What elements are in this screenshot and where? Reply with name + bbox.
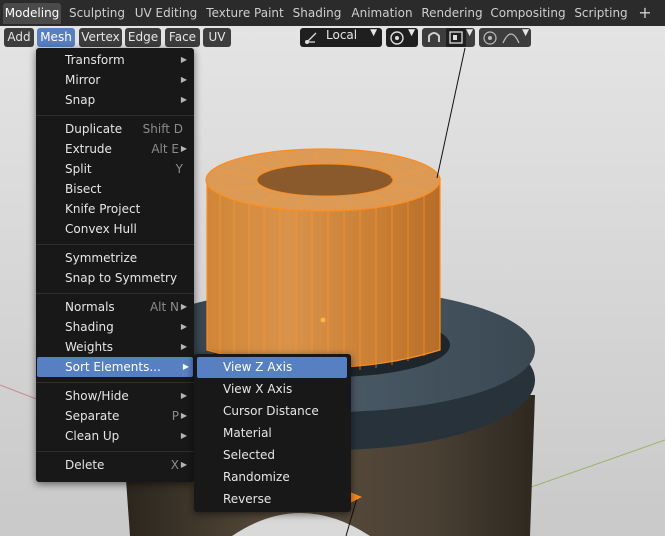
menu-separator: [36, 115, 194, 116]
menu-item-snap[interactable]: Snap ▶: [41, 90, 189, 110]
menu-separator: [36, 293, 194, 294]
menu-mesh[interactable]: Mesh: [37, 28, 75, 47]
tab-shading[interactable]: Shading: [291, 3, 343, 24]
tab-texture-paint[interactable]: Texture Paint: [205, 3, 285, 24]
chevron-down-icon: ▼: [370, 28, 377, 38]
menu-item-mirror[interactable]: Mirror ▶: [41, 70, 189, 90]
chevron-right-icon: ▶: [180, 322, 187, 331]
menu-item-split[interactable]: Split Y: [41, 159, 189, 179]
cylinder-top-hole: [256, 163, 394, 197]
pivot-point-dropdown[interactable]: ▼: [386, 28, 418, 47]
snapping-group: ▼: [422, 28, 475, 47]
menu-item-weights[interactable]: Weights ▶: [41, 337, 189, 357]
menu-item-symmetrize[interactable]: Symmetrize: [41, 248, 189, 268]
pivot-point-icon: [390, 31, 404, 45]
tab-uv-editing[interactable]: UV Editing: [133, 3, 199, 24]
menu-item-knife-project[interactable]: Knife Project: [41, 199, 189, 219]
chevron-right-icon: ▶: [180, 342, 187, 351]
falloff-curve-icon[interactable]: [501, 29, 521, 46]
sort-item-view-x-axis[interactable]: View X Axis: [197, 379, 347, 400]
chevron-right-icon: ▶: [180, 95, 187, 104]
tab-scripting[interactable]: Scripting: [573, 3, 629, 24]
proportional-editing-group: ▼: [479, 28, 531, 47]
chevron-right-icon: ▶: [180, 411, 187, 420]
chevron-right-icon: ▶: [180, 302, 187, 311]
mesh-menu: Transform ▶ Mirror ▶ Snap ▶ Duplicate Shift …: [36, 48, 194, 482]
chevron-right-icon: ▶: [182, 362, 189, 371]
menu-add[interactable]: Add: [4, 28, 34, 47]
tab-modeling[interactable]: Modeling: [3, 3, 61, 24]
tab-animation[interactable]: Animation: [349, 3, 415, 24]
chevron-right-icon: ▶: [180, 460, 187, 469]
menu-separator: [36, 244, 194, 245]
menu-item-normals[interactable]: Normals Alt N ▶: [41, 297, 189, 317]
menu-separator: [36, 382, 194, 383]
snap-magnet-icon[interactable]: [424, 29, 444, 46]
menu-item-transform[interactable]: Transform ▶: [41, 50, 189, 70]
menu-item-duplicate[interactable]: Duplicate Shift D: [41, 119, 189, 139]
menu-item-shading[interactable]: Shading ▶: [41, 317, 189, 337]
menu-item-bisect[interactable]: Bisect: [41, 179, 189, 199]
orientation-value: Local: [326, 28, 358, 42]
chevron-right-icon: ▶: [180, 391, 187, 400]
menu-item-extrude[interactable]: Extrude Alt E ▶: [41, 139, 189, 159]
tab-compositing[interactable]: Compositing: [489, 3, 567, 24]
transform-orientation-dropdown[interactable]: Local ▼: [300, 28, 382, 47]
menu-item-convex-hull[interactable]: Convex Hull: [41, 219, 189, 239]
menu-item-delete[interactable]: Delete X ▶: [41, 455, 189, 475]
chevron-down-icon[interactable]: ▼: [522, 28, 529, 38]
orientation-axes-icon: [305, 32, 317, 44]
menu-item-separate[interactable]: Separate P ▶: [41, 406, 189, 426]
snap-target-button[interactable]: [446, 28, 466, 47]
chevron-down-icon: ▼: [408, 28, 415, 38]
menu-item-clean-up[interactable]: Clean Up ▶: [41, 426, 189, 446]
sort-item-selected[interactable]: Selected: [197, 445, 347, 466]
menu-face[interactable]: Face: [165, 28, 200, 47]
chevron-right-icon: ▶: [180, 144, 187, 153]
menu-item-snap-to-symmetry[interactable]: Snap to Symmetry: [41, 268, 189, 288]
tab-rendering[interactable]: Rendering: [421, 3, 483, 24]
sort-item-view-z-axis[interactable]: View Z Axis: [197, 357, 347, 378]
menu-item-show-hide[interactable]: Show/Hide ▶: [41, 386, 189, 406]
add-workspace-button[interactable]: +: [634, 3, 656, 24]
sort-item-cursor-distance[interactable]: Cursor Distance: [197, 401, 347, 422]
menu-edge[interactable]: Edge: [125, 28, 161, 47]
sort-item-material[interactable]: Material: [197, 423, 347, 444]
menu-uv[interactable]: UV: [203, 28, 231, 47]
object-origin: [320, 317, 326, 323]
chevron-right-icon: ▶: [180, 55, 187, 64]
chevron-down-icon[interactable]: ▼: [466, 28, 473, 38]
sort-item-randomize[interactable]: Randomize: [197, 467, 347, 488]
workspace-tab-bar: Modeling Sculpting UV Editing Texture Pa…: [0, 0, 665, 26]
sort-item-reverse[interactable]: Reverse: [197, 489, 347, 510]
menu-separator: [36, 451, 194, 452]
menu-vertex[interactable]: Vertex: [79, 28, 122, 47]
snap-increment-icon: [449, 31, 463, 44]
chevron-right-icon: ▶: [180, 75, 187, 84]
chevron-right-icon: ▶: [180, 431, 187, 440]
menu-item-sort-elements[interactable]: Sort Elements... ▶: [37, 357, 193, 377]
sort-elements-submenu: View Z Axis View X Axis Cursor Distance …: [194, 354, 351, 512]
tab-sculpting[interactable]: Sculpting: [67, 3, 127, 24]
proportional-editing-icon[interactable]: [481, 29, 501, 46]
